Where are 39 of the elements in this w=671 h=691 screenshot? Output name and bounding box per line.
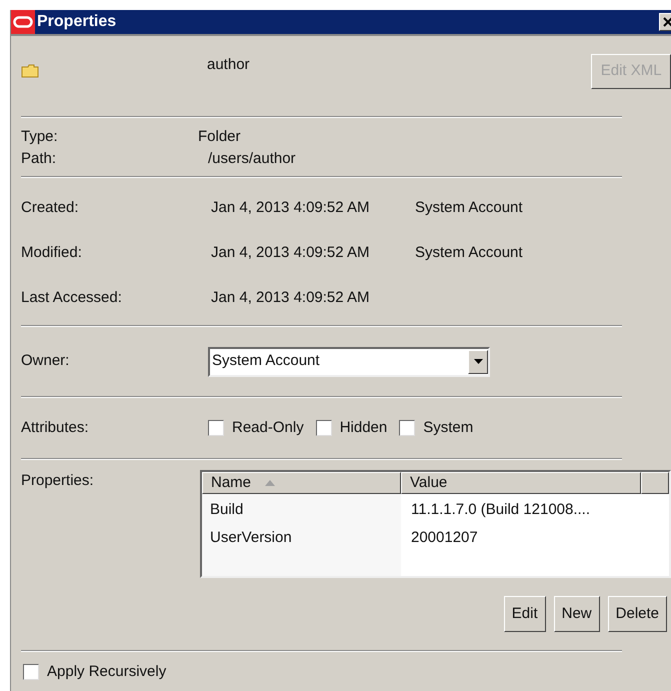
column-header[interactable]: Value — [401, 472, 641, 494]
field-value: Jan 4, 2013 4:09:52 AM — [211, 198, 370, 218]
checkbox[interactable] — [208, 420, 224, 436]
field-value: Folder — [198, 126, 241, 147]
field-label: Modified: — [21, 243, 83, 264]
field-label: Owner: — [21, 351, 70, 372]
sort-ascending-icon — [265, 480, 276, 486]
checkbox-label: Hidden — [340, 418, 388, 438]
checkbox-label: Read-Only — [232, 418, 304, 438]
checkbox-label: Apply Recursively — [47, 662, 166, 682]
column-header[interactable]: Name — [202, 472, 401, 494]
field-label: Path: — [21, 148, 58, 169]
checkbox[interactable] — [23, 664, 39, 680]
logo-icon — [11, 10, 35, 34]
folder-icon — [21, 64, 39, 78]
field-value: System Account — [415, 198, 523, 218]
table-cell-text: UserVersion — [210, 528, 293, 548]
field-label: Type: — [21, 126, 59, 147]
field-label: Attributes: — [21, 418, 90, 438]
field-label: Created: — [21, 198, 80, 218]
checkbox[interactable] — [399, 420, 416, 436]
table-button[interactable]: Delete — [608, 596, 667, 632]
table-cell-text: Build — [210, 500, 244, 520]
field-value: Jan 4, 2013 4:09:52 AM — [211, 243, 370, 264]
table-cell-text: 20001207 — [411, 528, 479, 548]
window-title: Properties — [37, 12, 116, 32]
checkbox-label: System — [423, 418, 474, 438]
owner-dropdown[interactable]: System Account — [208, 346, 490, 376]
name-field[interactable]: author — [207, 54, 492, 76]
close-icon — [663, 17, 671, 27]
checkbox[interactable] — [316, 420, 332, 436]
field-label: Last Accessed: — [21, 288, 123, 308]
field-value: System Account — [415, 243, 523, 264]
table-cell-text: 11.1.1.7.0 (Build 121008.... — [411, 500, 592, 520]
field-label: Properties: — [21, 471, 95, 490]
field-value: Jan 4, 2013 4:09:52 AM — [211, 288, 370, 308]
field-value: /users/author — [208, 148, 296, 169]
table-button[interactable]: Edit — [504, 596, 546, 632]
table-button[interactable]: New — [554, 596, 600, 632]
